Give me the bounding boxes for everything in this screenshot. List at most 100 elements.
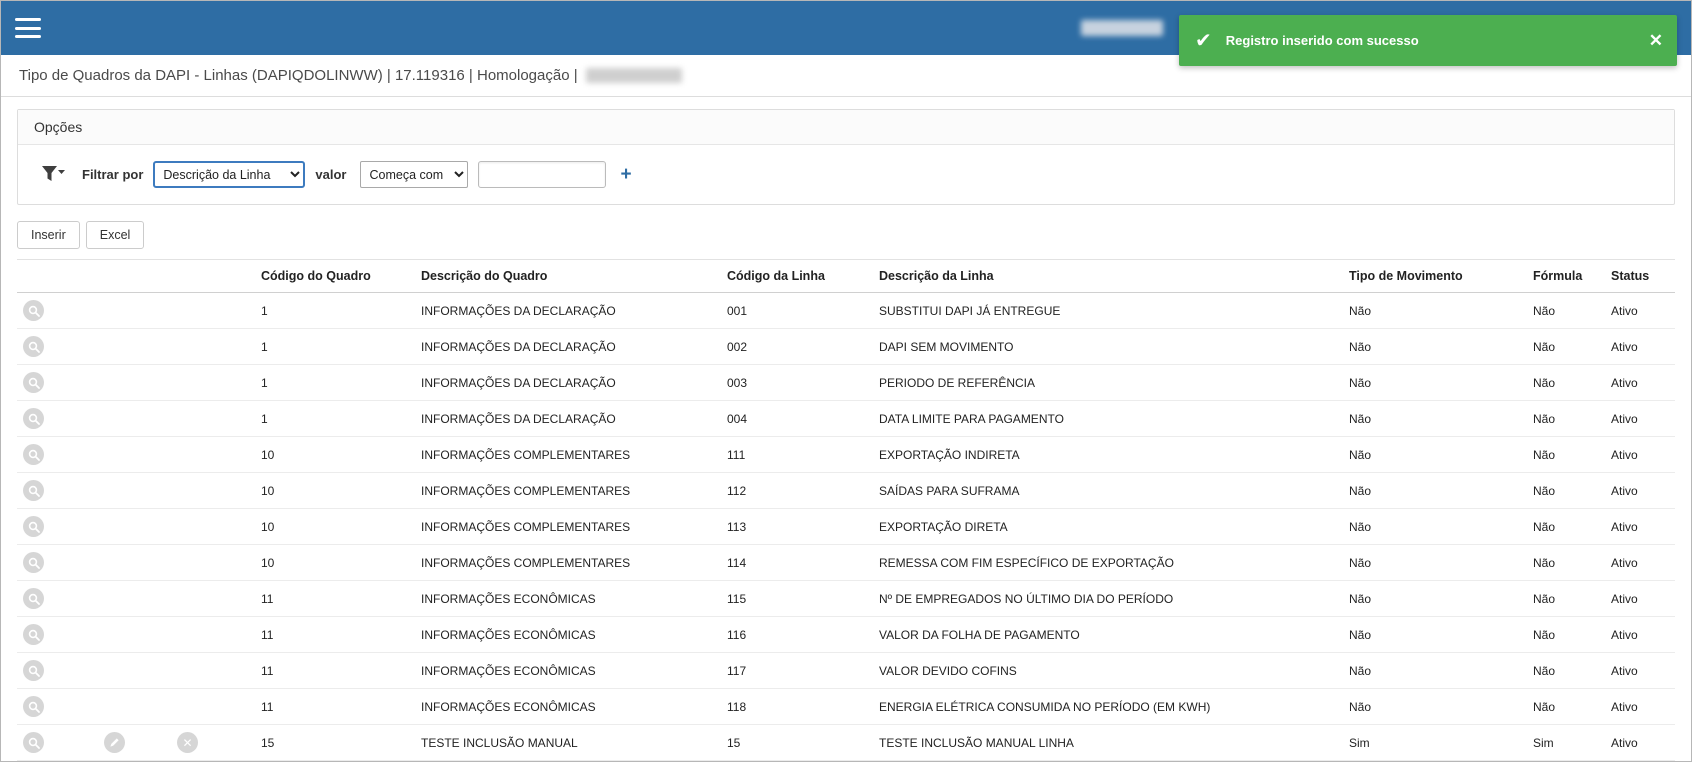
cell-formula: Não	[1527, 329, 1605, 365]
filter-operator-select[interactable]: Começa com	[360, 161, 468, 188]
table-body: ✕ 1 INFORMAÇÕES DA DECLARAÇÃO 001 SUBSTI…	[17, 293, 1675, 762]
cell-formula: Não	[1527, 401, 1605, 437]
col-formula: Fórmula	[1527, 260, 1605, 293]
toast-message: Registro inserido com sucesso	[1226, 33, 1649, 48]
edit-icon[interactable]	[104, 732, 125, 753]
toolbar: Inserir Excel	[17, 221, 1675, 249]
filter-by-label: Filtrar por	[82, 167, 143, 182]
cell-descricao-linha: ENERGIA ELÉTRICA CONSUMIDA NO PERÍODO (E…	[873, 689, 1343, 725]
excel-button[interactable]: Excel	[86, 221, 145, 249]
view-icon[interactable]	[23, 372, 44, 393]
cell-descricao-linha: SUBSTITUI DAPI JÁ ENTREGUE	[873, 293, 1343, 329]
options-panel-title: Opções	[18, 110, 1674, 145]
table-row: ✕ 11 INFORMAÇÕES ECONÔMICAS 115 Nº DE EM…	[17, 581, 1675, 617]
cell-tipo-movimento: Não	[1343, 401, 1527, 437]
col-tipo-movimento: Tipo de Movimento	[1343, 260, 1527, 293]
cell-status: Ativo	[1605, 401, 1675, 437]
row-actions-cell: ✕	[17, 689, 255, 725]
view-icon[interactable]	[23, 624, 44, 645]
cell-codigo-quadro: 11	[255, 689, 415, 725]
check-icon: ✔	[1195, 28, 1212, 53]
cell-status: Ativo	[1605, 725, 1675, 761]
cell-status: Ativo	[1605, 617, 1675, 653]
add-filter-icon[interactable]: +	[620, 165, 631, 184]
col-descricao-quadro: Descrição do Quadro	[415, 260, 721, 293]
cell-codigo-linha: 115	[721, 581, 873, 617]
cell-formula: Não	[1527, 473, 1605, 509]
cell-formula: Não	[1527, 437, 1605, 473]
hamburger-menu-icon[interactable]	[13, 15, 43, 41]
cell-codigo-quadro: 1	[255, 329, 415, 365]
table-row: ✕ 15 TESTE INCLUSÃO MANUAL 15 TESTE INCL…	[17, 725, 1675, 761]
table-row: ✕ 10 INFORMAÇÕES COMPLEMENTARES 111 EXPO…	[17, 437, 1675, 473]
data-grid: Código do Quadro Descrição do Quadro Cód…	[17, 259, 1675, 762]
table-row: ✕ 10 INFORMAÇÕES COMPLEMENTARES 114 REME…	[17, 545, 1675, 581]
cell-codigo-linha: 118	[721, 689, 873, 725]
view-icon[interactable]	[23, 300, 44, 321]
app-window: ✔ Registro inserido com sucesso ✕ Tipo d…	[0, 0, 1692, 762]
view-icon[interactable]	[23, 552, 44, 573]
insert-button[interactable]: Inserir	[17, 221, 80, 249]
col-codigo-quadro: Código do Quadro	[255, 260, 415, 293]
col-actions-header	[17, 260, 255, 293]
view-icon[interactable]	[23, 336, 44, 357]
cell-codigo-linha: 15	[721, 725, 873, 761]
row-actions-cell: ✕	[17, 581, 255, 617]
cell-codigo-linha: 113	[721, 509, 873, 545]
filter-funnel-icon[interactable]	[40, 164, 66, 186]
value-label: valor	[315, 167, 346, 182]
row-actions-cell: ✕	[17, 401, 255, 437]
cell-descricao-quadro: INFORMAÇÕES COMPLEMENTARES	[415, 509, 721, 545]
cell-descricao-quadro: INFORMAÇÕES COMPLEMENTARES	[415, 473, 721, 509]
cell-codigo-linha: 001	[721, 293, 873, 329]
view-icon[interactable]	[23, 444, 44, 465]
cell-descricao-quadro: INFORMAÇÕES ECONÔMICAS	[415, 581, 721, 617]
table-row: ✕ 10 INFORMAÇÕES COMPLEMENTARES 113 EXPO…	[17, 509, 1675, 545]
row-actions-cell: ✕	[17, 473, 255, 509]
cell-descricao-quadro: INFORMAÇÕES DA DECLARAÇÃO	[415, 293, 721, 329]
cell-formula: Não	[1527, 509, 1605, 545]
cell-status: Ativo	[1605, 473, 1675, 509]
cell-tipo-movimento: Não	[1343, 545, 1527, 581]
table-row: ✕ 11 INFORMAÇÕES ECONÔMICAS 118 ENERGIA …	[17, 689, 1675, 725]
table-row: ✕ 1 INFORMAÇÕES DA DECLARAÇÃO 004 DATA L…	[17, 401, 1675, 437]
cell-descricao-linha: EXPORTAÇÃO INDIRETA	[873, 437, 1343, 473]
cell-descricao-linha: DAPI SEM MOVIMENTO	[873, 329, 1343, 365]
cell-tipo-movimento: Não	[1343, 365, 1527, 401]
cell-formula: Não	[1527, 293, 1605, 329]
cell-codigo-linha: 112	[721, 473, 873, 509]
table-row: ✕ 11 INFORMAÇÕES ECONÔMICAS 117 VALOR DE…	[17, 653, 1675, 689]
row-actions-cell: ✕	[17, 617, 255, 653]
cell-descricao-linha: DATA LIMITE PARA PAGAMENTO	[873, 401, 1343, 437]
cell-descricao-quadro: INFORMAÇÕES ECONÔMICAS	[415, 689, 721, 725]
cell-descricao-quadro: INFORMAÇÕES ECONÔMICAS	[415, 617, 721, 653]
cell-descricao-quadro: INFORMAÇÕES DA DECLARAÇÃO	[415, 329, 721, 365]
cell-tipo-movimento: Não	[1343, 581, 1527, 617]
view-icon[interactable]	[23, 588, 44, 609]
delete-icon[interactable]: ✕	[177, 732, 198, 753]
filter-value-input[interactable]	[478, 161, 606, 188]
view-icon[interactable]	[23, 696, 44, 717]
cell-descricao-linha: REMESSA COM FIM ESPECÍFICO DE EXPORTAÇÃO	[873, 545, 1343, 581]
cell-status: Ativo	[1605, 509, 1675, 545]
cell-status: Ativo	[1605, 437, 1675, 473]
cell-status: Ativo	[1605, 365, 1675, 401]
cell-formula: Não	[1527, 581, 1605, 617]
cell-tipo-movimento: Não	[1343, 437, 1527, 473]
view-icon[interactable]	[23, 408, 44, 429]
view-icon[interactable]	[23, 732, 44, 753]
toast-success: ✔ Registro inserido com sucesso ✕	[1179, 15, 1677, 66]
redacted-breadcrumb-segment	[586, 68, 682, 83]
cell-tipo-movimento: Não	[1343, 473, 1527, 509]
col-status: Status	[1605, 260, 1675, 293]
filter-field-select[interactable]: Descrição da Linha	[153, 161, 305, 188]
cell-formula: Não	[1527, 365, 1605, 401]
cell-codigo-linha: 004	[721, 401, 873, 437]
row-actions-cell: ✕	[17, 653, 255, 689]
page-title: Tipo de Quadros da DAPI - Linhas (DAPIQD…	[19, 67, 578, 84]
view-icon[interactable]	[23, 516, 44, 537]
cell-formula: Não	[1527, 689, 1605, 725]
view-icon[interactable]	[23, 480, 44, 501]
toast-close-icon[interactable]: ✕	[1649, 32, 1663, 49]
view-icon[interactable]	[23, 660, 44, 681]
